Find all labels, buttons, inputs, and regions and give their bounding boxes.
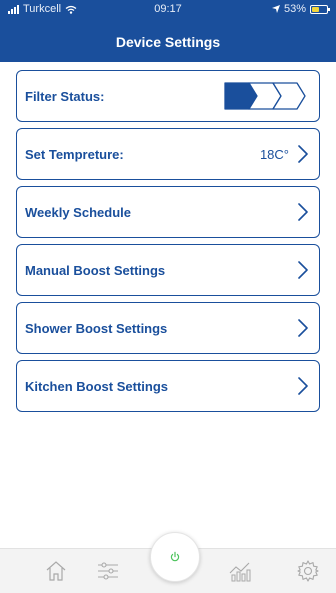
weekly-schedule-row[interactable]: Weekly Schedule bbox=[16, 186, 320, 238]
weekly-schedule-label: Weekly Schedule bbox=[25, 204, 131, 220]
header: Turkcell 09:17 53% Device Settings bbox=[0, 0, 336, 62]
tab-home[interactable] bbox=[44, 559, 68, 583]
tab-controls[interactable] bbox=[96, 559, 120, 583]
tab-settings[interactable] bbox=[296, 559, 320, 583]
status-bar: Turkcell 09:17 53% bbox=[0, 0, 336, 20]
filter-status-row[interactable]: Filter Status: bbox=[16, 70, 320, 122]
chevron-right-icon bbox=[298, 261, 308, 279]
filter-status-indicator bbox=[224, 82, 306, 110]
chevron-right-icon bbox=[298, 319, 308, 337]
manual-boost-row[interactable]: Manual Boost Settings bbox=[16, 244, 320, 296]
chevron-right-icon bbox=[298, 145, 308, 163]
kitchen-boost-row[interactable]: Kitchen Boost Settings bbox=[16, 360, 320, 412]
power-button[interactable] bbox=[150, 532, 200, 582]
tab-statistics[interactable] bbox=[228, 559, 252, 583]
power-icon bbox=[170, 551, 180, 562]
battery-icon bbox=[310, 4, 330, 14]
stats-icon bbox=[229, 562, 251, 582]
manual-boost-label: Manual Boost Settings bbox=[25, 262, 166, 278]
chevron-right-icon bbox=[298, 203, 308, 221]
gear-icon bbox=[297, 560, 319, 582]
home-icon bbox=[46, 561, 66, 581]
battery-percent: 53% bbox=[283, 3, 306, 15]
filter-status-label: Filter Status: bbox=[25, 88, 105, 104]
location-icon bbox=[271, 5, 280, 13]
sliders-icon bbox=[98, 562, 118, 580]
shower-boost-label: Shower Boost Settings bbox=[25, 320, 168, 336]
chevron-right-icon bbox=[298, 377, 308, 395]
settings-list: Filter Status: Set Tempreture: 18C° Week… bbox=[16, 70, 320, 418]
set-temperature-label: Set Tempreture: bbox=[25, 146, 124, 162]
page-title: Device Settings bbox=[115, 34, 221, 50]
set-temperature-row[interactable]: Set Tempreture: 18C° bbox=[16, 128, 320, 180]
set-temperature-value: 18C° bbox=[259, 146, 289, 162]
shower-boost-row[interactable]: Shower Boost Settings bbox=[16, 302, 320, 354]
kitchen-boost-label: Kitchen Boost Settings bbox=[25, 378, 169, 394]
